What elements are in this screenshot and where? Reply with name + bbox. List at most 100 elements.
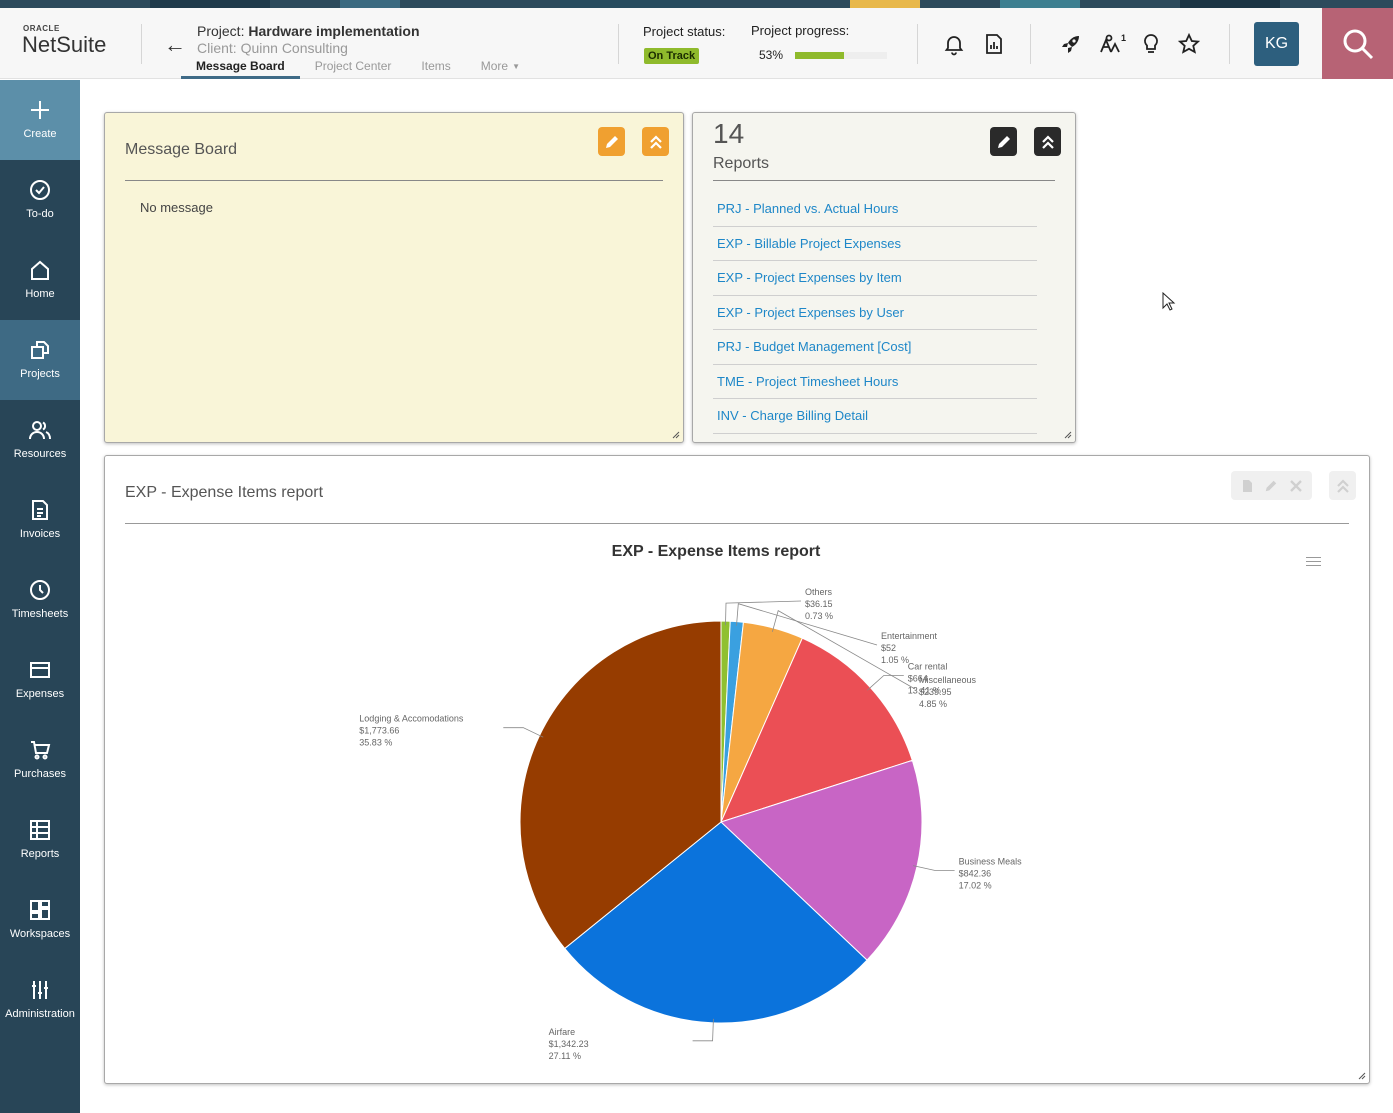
pie-percent-label: 35.83 % xyxy=(359,738,392,748)
pie-leader-line xyxy=(503,727,544,738)
star-icon[interactable] xyxy=(1177,32,1201,56)
edit-button[interactable] xyxy=(990,127,1017,156)
sidebar-item-label: Create xyxy=(23,128,57,140)
status-badge: On Track xyxy=(644,48,700,64)
sidebar-item-invoices[interactable]: Invoices xyxy=(0,480,80,560)
project-status-label: Project status: xyxy=(643,24,726,39)
report-link[interactable]: EXP - Project Expenses by Item xyxy=(713,261,1037,296)
project-progress-bar xyxy=(795,52,887,59)
tab-project-center[interactable]: Project Center xyxy=(300,59,407,79)
pie-amount-label: $1,342.23 xyxy=(549,1039,589,1049)
pie-percent-label: 13.41 % xyxy=(908,686,941,696)
divider xyxy=(141,24,142,64)
divider xyxy=(713,180,1055,181)
tab-message-board[interactable]: Message Board xyxy=(181,59,300,79)
left-sidebar: Create To-do Home Projects Resources Inv… xyxy=(0,80,80,1113)
back-arrow-icon[interactable]: ← xyxy=(164,32,186,58)
message-board-portlet: Message Board No message xyxy=(104,112,684,443)
sidebar-item-create[interactable]: Create xyxy=(0,80,80,160)
collapse-button[interactable] xyxy=(1034,127,1061,156)
pie-label: Airfare xyxy=(549,1027,576,1037)
reports-title: Reports xyxy=(713,155,770,172)
pie-percent-label: 0.73 % xyxy=(805,611,833,621)
sidebar-item-projects[interactable]: Projects xyxy=(0,320,80,400)
reports-list: PRJ - Planned vs. Actual Hours EXP - Bil… xyxy=(713,192,1037,434)
sidebar-item-reports[interactable]: Reports xyxy=(0,800,80,880)
project-client: Client: Quinn Consulting xyxy=(197,40,348,56)
pie-percent-label: 4.85 % xyxy=(919,699,947,709)
sidebar-item-to-do[interactable]: To-do xyxy=(0,160,80,240)
report-link[interactable]: EXP - Project Expenses by User xyxy=(713,296,1037,330)
sidebar-item-purchases[interactable]: Purchases xyxy=(0,720,80,800)
sidebar-item-label: Expenses xyxy=(15,688,65,700)
sidebar-item-workspaces[interactable]: Workspaces xyxy=(0,880,80,960)
expense-items-portlet: EXP - Expense Items report EXP - Expense… xyxy=(104,455,1370,1084)
card-icon xyxy=(30,662,50,678)
collapse-button[interactable] xyxy=(642,127,669,156)
sidebar-item-label: Administration xyxy=(5,1008,75,1020)
pie-amount-label: $1,773.66 xyxy=(359,726,399,736)
sidebar-item-resources[interactable]: Resources xyxy=(0,400,80,480)
message-board-title: Message Board xyxy=(125,141,238,158)
report-link[interactable]: INV - Charge Billing Detail xyxy=(713,399,1037,434)
report-link[interactable]: TME - Project Timesheet Hours xyxy=(713,365,1037,399)
sidebar-item-label: Workspaces xyxy=(9,928,71,940)
resize-handle-icon[interactable] xyxy=(1358,1072,1366,1080)
sidebar-item-label: Timesheets xyxy=(11,608,69,620)
reports-portlet: 14 Reports PRJ - Planned vs. Actual Hour… xyxy=(692,112,1076,443)
search-button[interactable] xyxy=(1322,8,1393,79)
invoice-icon xyxy=(32,500,48,520)
pie-amount-label: $52 xyxy=(881,643,896,653)
sidebar-item-label: Invoices xyxy=(19,528,61,540)
divider xyxy=(1030,24,1031,64)
pencil-icon xyxy=(997,135,1010,148)
sidebar-item-label: Resources xyxy=(13,448,67,460)
sliders-icon xyxy=(32,981,48,999)
empty-message-text: No message xyxy=(140,200,213,215)
plus-icon xyxy=(31,101,49,119)
pie-label: Business Meals xyxy=(959,856,1023,866)
resize-handle-icon[interactable] xyxy=(1064,431,1072,439)
rocket-icon[interactable] xyxy=(1059,32,1083,56)
project-title: Project: Hardware implementation xyxy=(197,23,420,39)
cart-icon xyxy=(31,741,51,760)
avatar[interactable]: KG xyxy=(1254,22,1299,66)
report-chart-icon[interactable] xyxy=(982,32,1006,56)
double-chevron-up-icon xyxy=(1041,134,1054,149)
netsuite-logo[interactable]: ORACLE NetSuite xyxy=(22,24,122,64)
sidebar-item-label: Projects xyxy=(20,368,60,380)
pie-label: Entertainment xyxy=(881,631,938,641)
tab-more[interactable]: More ▼ xyxy=(466,59,535,79)
bell-icon[interactable] xyxy=(942,32,966,56)
table-icon xyxy=(30,820,50,840)
edit-button[interactable] xyxy=(598,127,625,156)
sidebar-item-home[interactable]: Home xyxy=(0,240,80,320)
logo-netsuite-text: NetSuite xyxy=(22,32,107,57)
tab-items[interactable]: Items xyxy=(406,59,465,79)
projects-icon xyxy=(31,341,49,359)
report-link[interactable]: PRJ - Planned vs. Actual Hours xyxy=(713,192,1037,227)
report-link[interactable]: EXP - Billable Project Expenses xyxy=(713,227,1037,261)
lightbulb-icon[interactable] xyxy=(1139,32,1163,56)
workspaces-icon xyxy=(30,900,50,920)
pie-amount-label: $36.15 xyxy=(805,599,833,609)
tab-more-label: More xyxy=(480,59,509,73)
project-prefix: Project: xyxy=(197,23,249,39)
sparkle-notification-icon[interactable]: 1 xyxy=(1097,32,1127,56)
divider xyxy=(125,180,663,181)
sidebar-item-label: Purchases xyxy=(14,768,66,780)
pie-percent-label: 1.05 % xyxy=(881,655,909,665)
sidebar-item-label: Reports xyxy=(20,848,60,860)
project-progress-label: Project progress: xyxy=(751,23,850,38)
resize-handle-icon[interactable] xyxy=(672,431,680,439)
sidebar-item-expenses[interactable]: Expenses xyxy=(0,640,80,720)
pie-label: Others xyxy=(805,587,833,597)
divider xyxy=(917,24,918,64)
sidebar-item-administration[interactable]: Administration xyxy=(0,960,80,1040)
sidebar-item-timesheets[interactable]: Timesheets xyxy=(0,560,80,640)
top-header: ORACLE NetSuite ← Project: Hardware impl… xyxy=(0,8,1393,79)
project-name: Hardware implementation xyxy=(248,23,420,39)
pie-amount-label: $664 xyxy=(908,674,928,684)
report-link[interactable]: PRJ - Budget Management [Cost] xyxy=(713,330,1037,365)
reports-count: 14 xyxy=(713,118,745,149)
